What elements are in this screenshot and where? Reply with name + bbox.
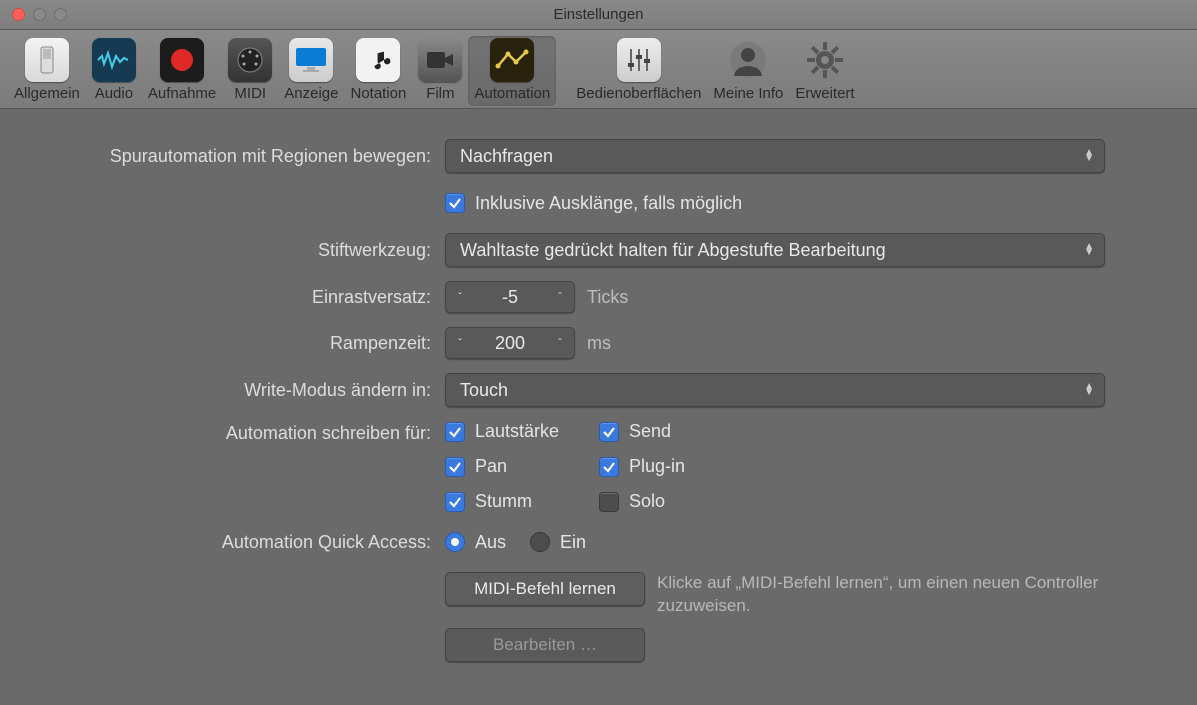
tab-audio[interactable]: Audio — [86, 36, 142, 106]
edit-button[interactable]: Bearbeiten … — [445, 628, 645, 662]
stepper-value[interactable]: -5 — [474, 287, 546, 308]
write-mode-change-label: Write-Modus ändern in: — [30, 380, 445, 401]
tab-label: Allgemein — [14, 85, 80, 102]
window-controls — [0, 8, 67, 21]
radio-unchecked-icon — [530, 532, 550, 552]
automation-icon — [490, 38, 534, 82]
ramp-time-unit: ms — [587, 333, 611, 354]
popup-value: Nachfragen — [460, 146, 553, 167]
chevron-updown-icon: ▲▼ — [1084, 384, 1094, 396]
learn-midi-button[interactable]: MIDI-Befehl lernen — [445, 572, 645, 606]
tab-general[interactable]: Allgemein — [8, 36, 86, 106]
quick-access-on-radio[interactable]: Ein — [530, 532, 586, 553]
tab-label: MIDI — [234, 85, 266, 102]
window-title: Einstellungen — [0, 6, 1197, 23]
radio-label: Ein — [560, 532, 586, 553]
switch-icon — [25, 38, 69, 82]
tab-control-surfaces[interactable]: Bedienoberflächen — [570, 36, 707, 106]
checkbox-label: Solo — [629, 491, 665, 512]
stepper-increment[interactable]: ˆ — [546, 336, 574, 350]
checkbox-checked-icon — [599, 457, 619, 477]
person-icon — [726, 38, 770, 82]
write-volume-checkbox[interactable]: Lautstärke — [445, 421, 595, 442]
learn-midi-hint: Klicke auf „MIDI-Befehl lernen“, um eine… — [657, 572, 1117, 618]
zoom-button[interactable] — [54, 8, 67, 21]
tab-label: Automation — [474, 85, 550, 102]
checkbox-label: Stumm — [475, 491, 532, 512]
music-note-icon — [356, 38, 400, 82]
checkbox-checked-icon — [445, 193, 465, 213]
tab-record[interactable]: Aufnahme — [142, 36, 222, 106]
write-mode-change-popup[interactable]: Touch ▲▼ — [445, 373, 1105, 407]
move-with-regions-label: Spurautomation mit Regionen bewegen: — [30, 146, 445, 167]
tab-label: Aufnahme — [148, 85, 216, 102]
tab-automation[interactable]: Automation — [468, 36, 556, 106]
checkbox-checked-icon — [445, 492, 465, 512]
tab-advanced[interactable]: Erweitert — [789, 36, 860, 106]
checkbox-label: Send — [629, 421, 671, 442]
snap-offset-unit: Ticks — [587, 287, 628, 308]
snap-offset-label: Einrastversatz: — [30, 287, 445, 308]
midi-port-icon — [228, 38, 272, 82]
stepper-decrement[interactable]: ˇ — [446, 290, 474, 304]
faders-icon — [617, 38, 661, 82]
button-label: MIDI-Befehl lernen — [474, 579, 616, 598]
popup-value: Touch — [460, 380, 508, 401]
radio-checked-icon — [445, 532, 465, 552]
move-with-regions-popup[interactable]: Nachfragen ▲▼ — [445, 139, 1105, 173]
tab-midi[interactable]: MIDI — [222, 36, 278, 106]
titlebar: Einstellungen — [0, 0, 1197, 30]
toolbar: Allgemein Audio Aufnahme MIDI Anzeige No… — [0, 30, 1197, 109]
waveform-icon — [92, 38, 136, 82]
button-label: Bearbeiten … — [493, 635, 597, 654]
tab-notation[interactable]: Notation — [344, 36, 412, 106]
checkbox-unchecked-icon — [599, 492, 619, 512]
include-tails-checkbox[interactable]: Inklusive Ausklänge, falls möglich — [445, 193, 742, 214]
record-icon — [160, 38, 204, 82]
radio-label: Aus — [475, 532, 506, 553]
checkbox-label: Pan — [475, 456, 507, 477]
camera-icon — [418, 38, 462, 82]
tab-label: Bedienoberflächen — [576, 85, 701, 102]
tab-label: Notation — [350, 85, 406, 102]
ramp-time-label: Rampenzeit: — [30, 333, 445, 354]
monitor-icon — [289, 38, 333, 82]
tab-label: Meine Info — [713, 85, 783, 102]
checkbox-checked-icon — [445, 422, 465, 442]
stepper-value[interactable]: 200 — [474, 333, 546, 354]
checkbox-checked-icon — [445, 457, 465, 477]
chevron-updown-icon: ▲▼ — [1084, 244, 1094, 256]
write-send-checkbox[interactable]: Send — [599, 421, 749, 442]
close-button[interactable] — [12, 8, 25, 21]
tab-label: Erweitert — [795, 85, 854, 102]
write-solo-checkbox[interactable]: Solo — [599, 491, 749, 512]
checkbox-checked-icon — [599, 422, 619, 442]
gear-icon — [803, 38, 847, 82]
tab-label: Audio — [95, 85, 133, 102]
checkbox-label: Inklusive Ausklänge, falls möglich — [475, 193, 742, 214]
checkbox-label: Plug-in — [629, 456, 685, 477]
write-automation-for-label: Automation schreiben für: — [30, 421, 445, 444]
tab-display[interactable]: Anzeige — [278, 36, 344, 106]
automation-pane: Spurautomation mit Regionen bewegen: Nac… — [0, 109, 1197, 696]
write-plugin-checkbox[interactable]: Plug-in — [599, 456, 749, 477]
tab-film[interactable]: Film — [412, 36, 468, 106]
write-pan-checkbox[interactable]: Pan — [445, 456, 595, 477]
tab-label: Film — [426, 85, 454, 102]
write-mute-checkbox[interactable]: Stumm — [445, 491, 595, 512]
pencil-tool-popup[interactable]: Wahltaste gedrückt halten für Abgestufte… — [445, 233, 1105, 267]
minimize-button[interactable] — [33, 8, 46, 21]
checkbox-label: Lautstärke — [475, 421, 559, 442]
snap-offset-stepper[interactable]: ˇ -5 ˆ — [445, 281, 575, 313]
tab-my-info[interactable]: Meine Info — [707, 36, 789, 106]
quick-access-off-radio[interactable]: Aus — [445, 532, 506, 553]
stepper-decrement[interactable]: ˇ — [446, 336, 474, 350]
popup-value: Wahltaste gedrückt halten für Abgestufte… — [460, 240, 886, 261]
ramp-time-stepper[interactable]: ˇ 200 ˆ — [445, 327, 575, 359]
stepper-increment[interactable]: ˆ — [546, 290, 574, 304]
chevron-updown-icon: ▲▼ — [1084, 150, 1094, 162]
quick-access-label: Automation Quick Access: — [30, 532, 445, 553]
tab-label: Anzeige — [284, 85, 338, 102]
pencil-tool-label: Stiftwerkzeug: — [30, 240, 445, 261]
